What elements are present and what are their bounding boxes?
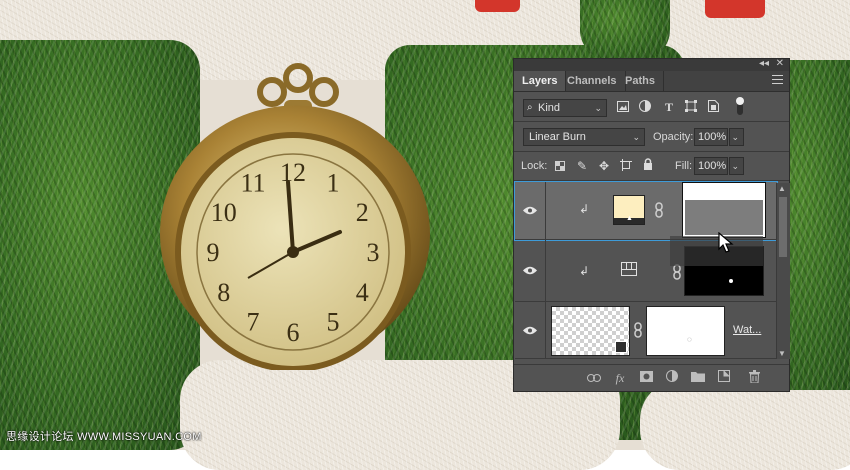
- kind-filter-label: Kind: [538, 102, 561, 114]
- separator: [514, 180, 789, 181]
- layer-name[interactable]: Wat...: [733, 324, 761, 336]
- opacity-label: Opacity:: [653, 131, 694, 143]
- watch-numeral: 3: [367, 238, 380, 267]
- adjustment-filter-icon[interactable]: [637, 100, 653, 116]
- mask-link-icon[interactable]: [654, 202, 664, 218]
- shape-filter-icon[interactable]: [683, 100, 699, 116]
- watch-numeral: 6: [287, 318, 300, 347]
- watch-numeral: 10: [211, 198, 237, 227]
- lock-artboard-icon[interactable]: [618, 159, 634, 175]
- collapse-panel-button[interactable]: ◂◂: [759, 58, 769, 69]
- kind-filter-dropdown[interactable]: ⌕ Kind ⌄: [523, 99, 607, 117]
- watch-numeral: 9: [207, 238, 220, 267]
- layers-panel: ◂◂ ✕ Layers Channels Paths ⌕ Kind ⌄ T Li…: [513, 58, 790, 392]
- watch-numeral: 11: [240, 169, 265, 198]
- tab-paths[interactable]: Paths: [617, 71, 664, 91]
- lock-row: Lock: ✎ ✥ Fill: 100% ⌄: [514, 155, 789, 177]
- watermark-text: 思缘设计论坛 WWW.MISSYUAN.COM: [6, 431, 202, 443]
- chevron-down-icon: ⌄: [731, 161, 739, 171]
- red-ornament: [475, 0, 520, 12]
- visibility-eye-icon[interactable]: [515, 182, 546, 239]
- mask-link-icon[interactable]: [633, 322, 643, 338]
- fill-label: Fill:: [675, 160, 693, 172]
- layer-row-smart-object[interactable]: ◌ Wat...: [515, 302, 777, 359]
- panel-title-strip: ◂◂ ✕: [514, 58, 789, 71]
- lock-all-icon[interactable]: [640, 158, 656, 174]
- smart-object-filter-icon[interactable]: [705, 100, 721, 116]
- new-adjustment-icon[interactable]: [664, 370, 680, 386]
- watch-numeral: 1: [327, 169, 340, 198]
- close-panel-button[interactable]: ✕: [776, 58, 784, 69]
- scrollbar-thumb[interactable]: [779, 197, 787, 257]
- tab-channels[interactable]: Channels: [559, 71, 626, 91]
- layers-scrollbar[interactable]: ▲ ▼: [776, 183, 790, 359]
- smart-object-thumbnail[interactable]: [551, 306, 630, 356]
- fill-indicator-bar: ▲: [614, 215, 644, 224]
- lock-label: Lock:: [521, 160, 548, 172]
- watch-numeral: 12: [280, 158, 306, 187]
- filter-row: ⌕ Kind ⌄ T: [514, 97, 789, 119]
- blend-mode-dropdown[interactable]: Linear Burn ⌄: [523, 128, 645, 146]
- drag-preview: [670, 236, 763, 266]
- separator: [514, 121, 789, 122]
- layer-row-color-fill[interactable]: ↲ ▲: [514, 181, 778, 241]
- add-mask-icon[interactable]: [638, 370, 654, 386]
- lock-transparent-icon[interactable]: [552, 159, 568, 175]
- clipping-mask-icon: ↲: [579, 202, 590, 216]
- visibility-eye-icon[interactable]: [515, 302, 546, 358]
- opacity-slider-button[interactable]: ⌄: [729, 128, 744, 146]
- chevron-down-icon: ⌄: [632, 132, 640, 142]
- panel-menu-icon[interactable]: [772, 75, 783, 84]
- trash-icon[interactable]: [746, 370, 762, 386]
- blend-mode-value: Linear Burn: [529, 131, 586, 143]
- panel-tabs: Layers Channels Paths: [514, 71, 789, 92]
- panel-footer: fx: [514, 364, 789, 391]
- lock-position-icon[interactable]: ✥: [596, 158, 612, 174]
- image-filter-icon[interactable]: [615, 100, 631, 116]
- smart-object-badge-icon: [615, 341, 627, 353]
- toggle-filter-icon[interactable]: [732, 97, 748, 115]
- search-icon: ⌕: [527, 102, 533, 113]
- separator: [514, 151, 789, 152]
- watch-numeral: 4: [356, 278, 369, 307]
- lock-pixels-icon[interactable]: ✎: [574, 158, 590, 174]
- color-fill-thumbnail[interactable]: ▲: [613, 195, 645, 225]
- clipping-mask-icon: ↲: [579, 264, 590, 278]
- fill-slider-button[interactable]: ⌄: [729, 157, 744, 175]
- fur-band: [640, 380, 850, 470]
- layer-mask-thumbnail[interactable]: ◌: [646, 306, 725, 356]
- new-layer-icon[interactable]: [716, 370, 732, 386]
- blend-row: Linear Burn ⌄ Opacity: 100% ⌄: [514, 126, 789, 148]
- mask-link-icon[interactable]: [672, 264, 682, 280]
- watch-numeral: 2: [356, 198, 369, 227]
- watch-numeral: 8: [217, 278, 230, 307]
- type-filter-icon[interactable]: T: [661, 99, 677, 115]
- chevron-down-icon: ⌄: [594, 103, 602, 113]
- chevron-down-icon: ⌄: [731, 132, 739, 142]
- fill-input[interactable]: 100%: [694, 157, 728, 175]
- mouse-cursor-icon: [718, 232, 734, 253]
- layer-mask-thumbnail[interactable]: [682, 182, 766, 238]
- scroll-down-icon[interactable]: ▼: [778, 349, 786, 358]
- pocket-watch: 12 12 3 45678 9 1011: [160, 63, 430, 370]
- levels-adjustment-icon[interactable]: [621, 262, 637, 276]
- fx-icon[interactable]: fx: [612, 370, 628, 386]
- opacity-input[interactable]: 100%: [694, 128, 728, 146]
- watch-numeral: 7: [247, 307, 260, 336]
- grass-block: [580, 0, 670, 60]
- visibility-eye-icon[interactable]: [515, 240, 546, 301]
- new-group-icon[interactable]: [690, 370, 706, 386]
- watch-numeral: 5: [327, 307, 340, 336]
- scroll-up-icon[interactable]: ▲: [778, 184, 786, 193]
- link-layers-icon[interactable]: [586, 370, 602, 386]
- red-ornament: [705, 0, 765, 18]
